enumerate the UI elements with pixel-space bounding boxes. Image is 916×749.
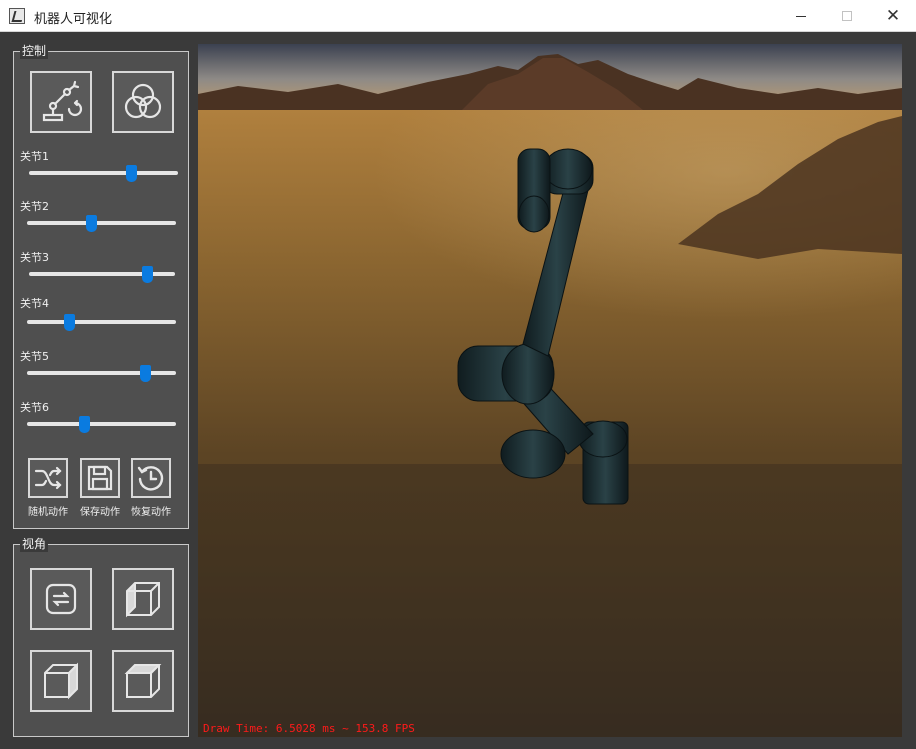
joint-1-slider[interactable] <box>29 165 178 182</box>
joint-5-slider[interactable] <box>27 365 176 382</box>
joint-6-slider[interactable] <box>27 416 176 433</box>
maximize-button[interactable] <box>824 0 870 32</box>
view-group: 视角 <box>13 536 189 737</box>
control-group: 控制 关节1 关节2 关节3 关节4 关节5 关节6 随机动作 保存动作 恢复动… <box>13 43 189 529</box>
close-button[interactable]: ✕ <box>870 0 916 32</box>
slider-track <box>27 320 176 324</box>
right-edge <box>902 44 916 749</box>
restore-action-label: 恢复动作 <box>131 507 171 518</box>
slider-track <box>27 221 176 225</box>
maximize-icon <box>842 11 852 21</box>
minimize-icon <box>796 15 806 17</box>
scene-render <box>198 44 902 737</box>
joint-5-label: 关节5 <box>20 350 49 363</box>
joint-6-label: 关节6 <box>20 401 49 414</box>
close-icon: ✕ <box>885 6 901 26</box>
robot-model-button[interactable] <box>30 71 92 133</box>
cube-view-3-icon <box>124 664 162 698</box>
joint-3-label: 关节3 <box>20 251 49 264</box>
slider-thumb[interactable] <box>86 215 97 232</box>
joint-1-label: 关节1 <box>20 150 49 163</box>
slider-track <box>27 371 176 375</box>
view-group-title: 视角 <box>20 536 49 552</box>
random-action-label: 随机动作 <box>28 507 68 518</box>
control-group-title: 控制 <box>20 43 49 59</box>
joint-2-slider[interactable] <box>27 215 176 232</box>
joint-4-label: 关节4 <box>20 297 49 310</box>
minimize-button[interactable] <box>778 0 824 32</box>
3d-viewport[interactable]: Draw Time: 6.5028 ms ~ 153.8 FPS <box>198 44 902 737</box>
slider-track <box>29 171 178 175</box>
reset-view-button[interactable] <box>30 568 92 630</box>
app-icon <box>9 8 25 24</box>
shuffle-icon <box>34 466 62 490</box>
save-action-button[interactable] <box>80 458 120 498</box>
slider-thumb[interactable] <box>79 416 90 433</box>
restore-icon <box>137 466 164 491</box>
slider-track <box>27 422 176 426</box>
view-side-button[interactable] <box>30 650 92 712</box>
slider-thumb[interactable] <box>64 314 75 331</box>
title-bar: 机器人可视化 ✕ <box>0 0 916 32</box>
joint-4-slider[interactable] <box>27 314 176 331</box>
restore-action-button[interactable] <box>131 458 171 498</box>
slider-thumb[interactable] <box>142 266 153 283</box>
color-mode-button[interactable] <box>112 71 174 133</box>
slider-thumb[interactable] <box>126 165 137 182</box>
cube-view-2-icon <box>44 662 78 700</box>
view-front-button[interactable] <box>112 568 174 630</box>
cube-view-1-icon <box>126 582 160 618</box>
random-action-button[interactable] <box>28 458 68 498</box>
robot-arm-icon <box>42 80 83 122</box>
save-icon <box>87 465 113 491</box>
slider-thumb[interactable] <box>140 365 151 382</box>
joint-3-slider[interactable] <box>29 266 175 283</box>
color-circles-icon <box>124 83 162 119</box>
joint-2-label: 关节2 <box>20 200 49 213</box>
draw-time-status: Draw Time: 6.5028 ms ~ 153.8 FPS <box>203 722 415 735</box>
rotate-view-icon <box>45 583 77 615</box>
view-top-button[interactable] <box>112 650 174 712</box>
window-title: 机器人可视化 <box>34 12 113 27</box>
slider-track <box>29 272 175 276</box>
